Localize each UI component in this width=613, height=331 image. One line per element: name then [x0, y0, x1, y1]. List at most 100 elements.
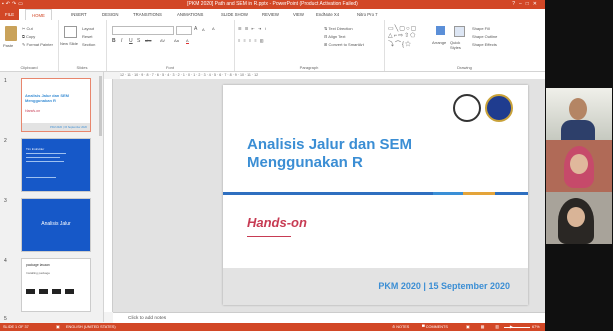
- tab-view[interactable]: VIEW: [293, 9, 304, 20]
- tab-file[interactable]: FILE: [0, 9, 20, 20]
- thumb-number: 2: [4, 138, 7, 144]
- align-text-button[interactable]: ⊟ Align Text: [324, 34, 346, 39]
- minimize-icon[interactable]: –: [519, 1, 526, 7]
- thumb-footer: PKM 2020 | 15 September 2020: [49, 126, 87, 129]
- font-group: A A A B I U S abc AV Aa A Font: [106, 20, 235, 71]
- language-indicator[interactable]: ENGLISH (UNITED STATES): [66, 323, 116, 331]
- participant-face: [569, 98, 587, 120]
- new-slide-button[interactable]: New Slide: [60, 41, 78, 46]
- thumb-image: [39, 289, 48, 294]
- clipboard-label: Clipboard: [20, 65, 38, 70]
- paragraph-label: Paragraph: [299, 65, 319, 70]
- maximize-icon[interactable]: □: [526, 1, 533, 7]
- shadow-button[interactable]: S: [137, 38, 140, 44]
- copy-button[interactable]: ⧉ Copy: [22, 34, 35, 39]
- slide-counter: SLIDE 1 OF 37: [3, 325, 29, 329]
- tab-transitions[interactable]: TRANSITIONS: [133, 9, 162, 20]
- slide-thumbnail-3[interactable]: Analisis Jalur: [21, 198, 91, 252]
- slide-footer-text[interactable]: PKM 2020 | 15 September 2020: [378, 281, 510, 291]
- slide-subtitle[interactable]: Hands-on: [247, 215, 307, 230]
- faculty-logo-icon: [485, 94, 513, 122]
- stripe-segment: [495, 192, 528, 195]
- notes-toggle[interactable]: ≗ NOTES: [392, 323, 409, 331]
- slide-title-line-1[interactable]: Analisis Jalur dan SEM: [247, 136, 412, 153]
- slide-thumbnail-4[interactable]: package lavaan Installing package: [21, 258, 91, 312]
- align-buttons[interactable]: ≡ ≡ ≡ ≡ ▥: [238, 38, 265, 43]
- window-controls[interactable]: ?–□✕: [512, 0, 541, 9]
- clear-format-button[interactable]: A: [212, 26, 215, 31]
- slide-title-line-2[interactable]: Menggunakan R: [247, 154, 363, 171]
- window-title: [PKM 2020] Path and SEM in R.pptx - Powe…: [187, 1, 358, 7]
- tab-endnote[interactable]: EndNote X4: [316, 9, 339, 20]
- underline-button[interactable]: U: [129, 38, 133, 44]
- slides-group: New Slide Layout Reset Section Slides: [58, 20, 107, 71]
- tab-review[interactable]: REVIEW: [262, 9, 279, 20]
- slides-label: Slides: [76, 65, 88, 70]
- thumb-title: package lavaan: [26, 263, 50, 267]
- slide-footer-band: PKM 2020 | 15 September 2020: [223, 268, 528, 305]
- shape-outline-button[interactable]: Shape Outline: [472, 34, 497, 39]
- slide-thumbnail-2[interactable]: Tim Instruktur: [21, 138, 91, 192]
- paragraph-group: ☰ ☰ ⇤ ⇥ ↕ ≡ ≡ ≡ ≡ ▥ ⇅ Text Direction ⊟ A…: [234, 20, 385, 71]
- zoom-level[interactable]: 67%: [532, 323, 540, 331]
- strikethrough-button[interactable]: abc: [145, 38, 151, 43]
- participant-video-3[interactable]: [546, 192, 612, 244]
- help-icon[interactable]: ?: [512, 1, 519, 7]
- char-spacing-button[interactable]: AV: [160, 38, 165, 43]
- font-color-button[interactable]: A: [186, 38, 189, 44]
- notes-placeholder[interactable]: Click to add notes: [128, 316, 166, 321]
- change-case-button[interactable]: Aa: [174, 38, 179, 43]
- drawing-group: ▭╲▢○▢ △⌐⇨⇧⬠ ⤵⌒{☆ Arrange Quick Styles Shap…: [384, 20, 545, 71]
- zoom-slider[interactable]: [504, 326, 530, 328]
- participant-video-1[interactable]: [546, 88, 612, 140]
- participant-face: [567, 207, 585, 227]
- clipboard-group: Paste ✂ Cut ⧉ Copy ✎ Format Painter Clip…: [0, 20, 59, 71]
- shrink-font-button[interactable]: A: [202, 27, 205, 32]
- spellcheck-icon[interactable]: ▣: [56, 323, 60, 331]
- tab-nitro[interactable]: Nitro Pro 7: [357, 9, 378, 20]
- status-bar: SLIDE 1 OF 37 ▣ ENGLISH (UNITED STATES) …: [0, 323, 545, 331]
- comments-toggle[interactable]: ▀ COMMENTS: [422, 323, 448, 331]
- paste-icon[interactable]: [5, 26, 17, 41]
- tab-insert[interactable]: INSERT: [71, 9, 87, 20]
- ribbon-home: Paste ✂ Cut ⧉ Copy ✎ Format Painter Clip…: [0, 20, 545, 72]
- format-painter-button[interactable]: ✎ Format Painter: [22, 42, 53, 47]
- thumbnail-scrollbar[interactable]: [99, 76, 102, 136]
- arrange-button[interactable]: Arrange: [432, 40, 446, 45]
- thumb-number: 1: [4, 78, 7, 84]
- slide-editing-area[interactable]: Analisis Jalur dan SEM Menggunakan R Han…: [113, 79, 545, 312]
- quick-styles-icon[interactable]: [454, 26, 465, 37]
- italic-button[interactable]: I: [121, 38, 122, 44]
- close-icon[interactable]: ✕: [533, 1, 541, 7]
- text-direction-button[interactable]: ⇅ Text Direction: [324, 26, 353, 31]
- shape-fill-button[interactable]: Shape Fill: [472, 26, 490, 31]
- tab-animations[interactable]: ANIMATIONS: [177, 9, 203, 20]
- paste-button[interactable]: Paste: [3, 43, 13, 48]
- video-call-panel: [545, 0, 613, 331]
- thumb-title-2: Menggunakan R: [25, 98, 56, 103]
- tab-slide-show[interactable]: SLIDE SHOW: [221, 9, 248, 20]
- font-name-dropdown[interactable]: [112, 26, 174, 35]
- reset-button[interactable]: Reset: [82, 34, 92, 39]
- font-size-dropdown[interactable]: [176, 26, 192, 35]
- shape-effects-button[interactable]: Shape Effects: [472, 42, 497, 47]
- cut-button[interactable]: ✂ Cut: [22, 26, 33, 31]
- slide-thumbnail-1[interactable]: Analisis Jalur dan SEM Menggunakan R Han…: [21, 78, 91, 132]
- section-button[interactable]: Section: [82, 42, 95, 47]
- participant-video-2[interactable]: [546, 140, 612, 192]
- layout-button[interactable]: Layout: [82, 26, 94, 31]
- font-label: Font: [165, 65, 174, 70]
- grow-font-button[interactable]: A: [194, 26, 197, 32]
- slide-thumbnail-pane[interactable]: 1 Analisis Jalur dan SEM Menggunakan R H…: [0, 72, 104, 322]
- list-buttons[interactable]: ☰ ☰ ⇤ ⇥ ↕: [238, 26, 267, 31]
- quick-styles-button[interactable]: Quick Styles: [450, 40, 466, 50]
- current-slide[interactable]: Analisis Jalur dan SEM Menggunakan R Han…: [223, 85, 528, 305]
- arrange-icon[interactable]: [436, 26, 445, 35]
- tab-design[interactable]: DESIGN: [102, 9, 118, 20]
- new-slide-icon[interactable]: [64, 26, 77, 38]
- shapes-gallery[interactable]: ▭╲▢○▢ △⌐⇨⇧⬠ ⤵⌒{☆: [388, 25, 417, 48]
- stripe-segment: [463, 192, 495, 195]
- bold-button[interactable]: B: [112, 38, 116, 44]
- participant-shirt: [561, 120, 595, 140]
- smartart-button[interactable]: ⊞ Convert to SmartArt: [324, 42, 364, 47]
